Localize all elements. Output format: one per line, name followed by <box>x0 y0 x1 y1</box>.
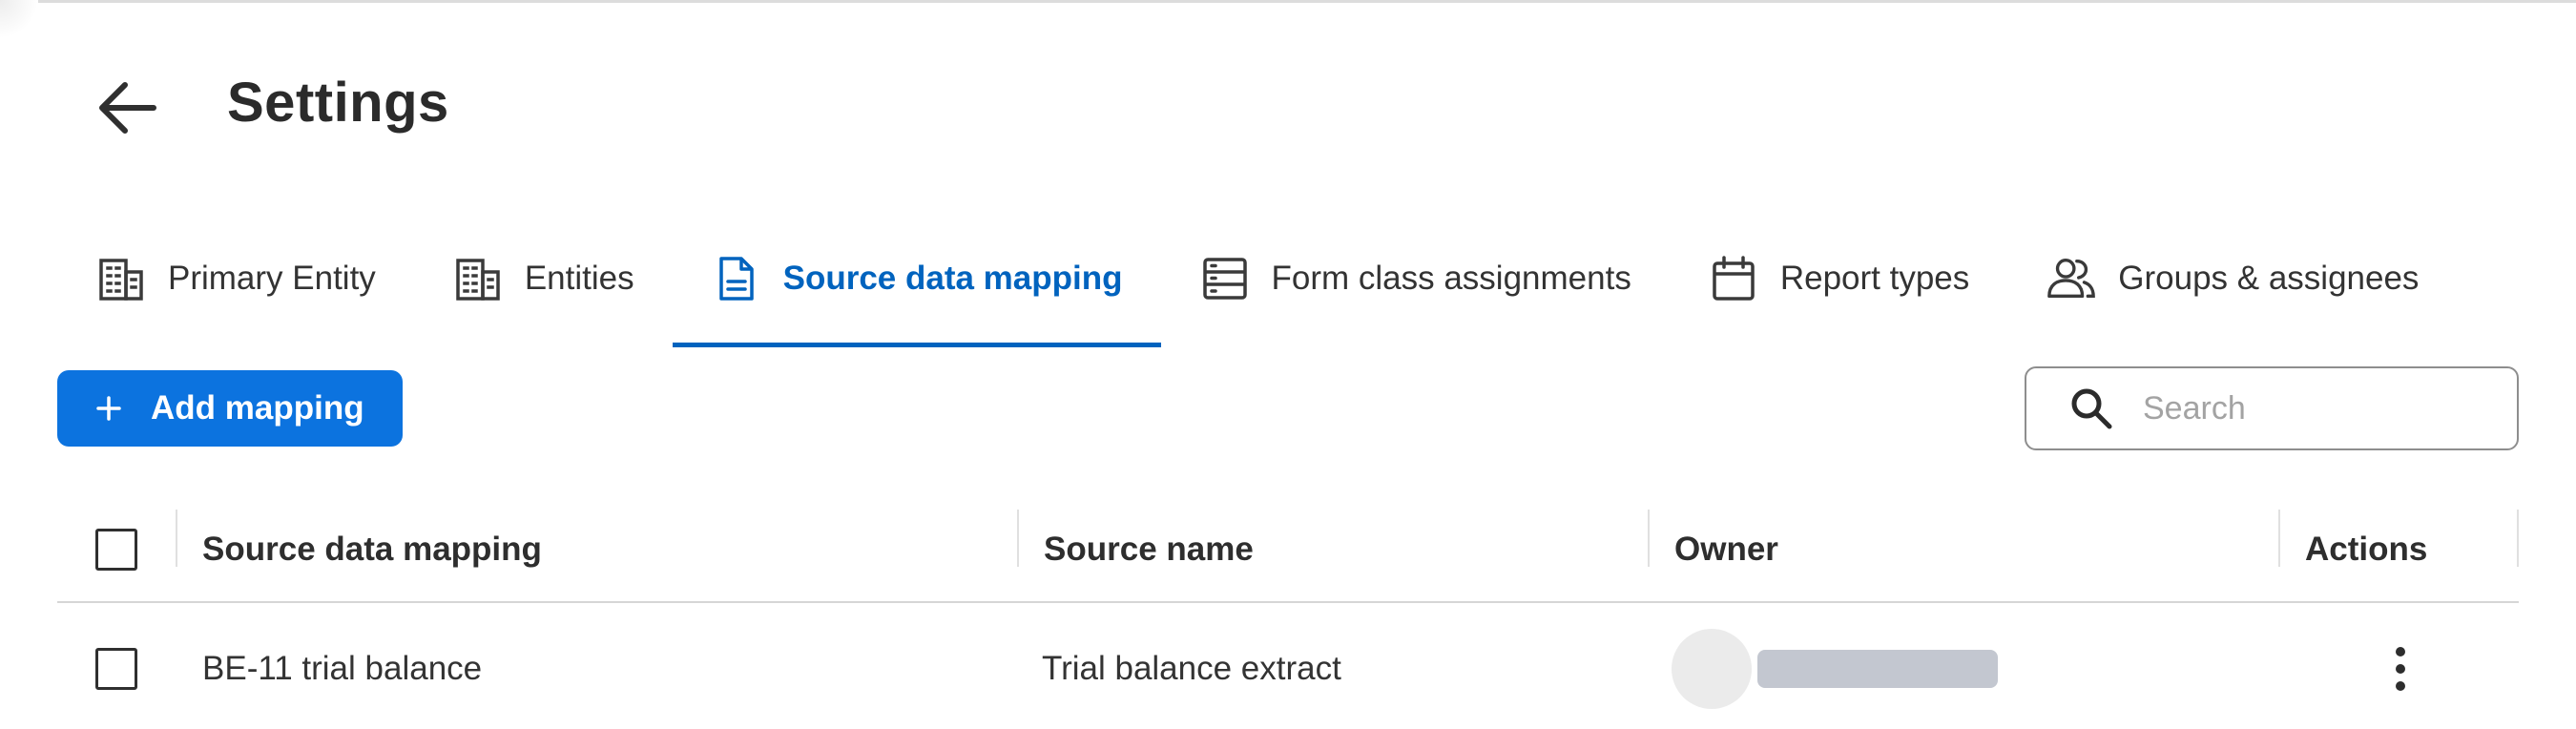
owner-name-placeholder <box>1757 650 1998 688</box>
tab-label: Source data mapping <box>782 260 1123 297</box>
mapping-name-cell[interactable]: BE-11 trial balance <box>202 603 482 729</box>
tab-source-data-mapping[interactable]: Source data mapping <box>672 210 1161 347</box>
tab-label: Primary Entity <box>168 260 376 297</box>
row-checkbox[interactable] <box>95 648 137 690</box>
add-mapping-label: Add mapping <box>151 389 364 427</box>
select-all-cell <box>95 496 137 603</box>
tab-label: Report types <box>1779 260 1970 297</box>
table-row[interactable]: BE-11 trial balance Trial balance extrac… <box>57 603 2519 729</box>
page-title: Settings <box>227 72 449 134</box>
search-icon <box>2068 385 2114 431</box>
owner-cell <box>1672 603 1998 729</box>
column-divider <box>1648 510 1650 567</box>
select-all-checkbox[interactable] <box>95 529 137 571</box>
page-header: Settings <box>0 0 2576 191</box>
add-mapping-button[interactable]: Add mapping <box>57 370 403 447</box>
column-divider <box>2517 510 2519 567</box>
column-divider <box>2278 510 2280 567</box>
building-icon <box>452 253 504 304</box>
plus-icon <box>95 395 122 422</box>
settings-tabs: Primary Entity Entities Source data mapp… <box>57 210 2457 347</box>
tab-entities[interactable]: Entities <box>414 210 673 347</box>
tab-form-class-assignments[interactable]: Form class assignments <box>1161 210 1670 347</box>
tab-label: Form class assignments <box>1271 260 1631 297</box>
tab-groups-assignees[interactable]: Groups & assignees <box>2007 210 2457 347</box>
column-header-source-name[interactable]: Source name <box>1044 496 1254 603</box>
search-field[interactable] <box>2025 366 2519 450</box>
avatar <box>1672 629 1752 709</box>
building-icon <box>95 253 147 304</box>
more-actions-icon[interactable] <box>2381 640 2420 698</box>
column-divider <box>176 510 177 567</box>
row-select-cell <box>95 603 137 729</box>
column-header-source-data-mapping[interactable]: Source data mapping <box>202 496 542 603</box>
back-button[interactable] <box>84 65 170 151</box>
arrow-left-icon <box>99 82 156 134</box>
tab-primary-entity[interactable]: Primary Entity <box>57 210 414 347</box>
column-header-actions: Actions <box>2305 531 2428 568</box>
actions-cell <box>2381 603 2420 729</box>
calendar-icon <box>1708 253 1759 304</box>
column-divider <box>1017 510 1019 567</box>
users-icon <box>2046 253 2097 304</box>
column-header-owner[interactable]: Owner <box>1674 496 1778 603</box>
table-header: Source data mapping Source name Owner Ac… <box>57 496 2519 603</box>
source-name-cell: Trial balance extract <box>1042 650 1341 687</box>
mapping-table: Source data mapping Source name Owner Ac… <box>57 496 2519 729</box>
document-icon <box>711 253 762 304</box>
tab-report-types[interactable]: Report types <box>1670 210 2007 347</box>
list-table-icon <box>1199 253 1251 304</box>
tab-label: Entities <box>524 260 634 297</box>
search-input[interactable] <box>2143 389 2486 427</box>
tab-label: Groups & assignees <box>2118 260 2420 297</box>
